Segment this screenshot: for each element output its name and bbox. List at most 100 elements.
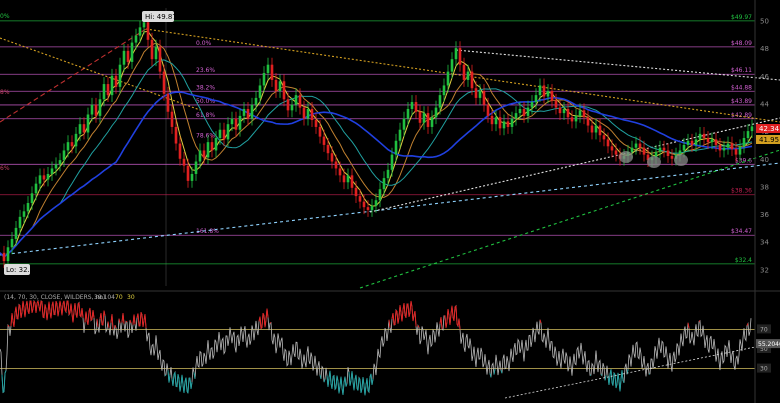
candle-body: [630, 147, 634, 152]
candle-body: [418, 111, 422, 123]
candle-body: [10, 238, 14, 248]
candle-body: [710, 139, 714, 143]
candle-body: [226, 124, 230, 140]
candle-body: [698, 133, 702, 140]
candle-body: [466, 71, 470, 80]
candle-body: [398, 129, 402, 141]
low-marker-circle: [674, 154, 688, 166]
candle-body: [430, 117, 434, 127]
candle-body: [86, 114, 90, 133]
candle-body: [210, 142, 214, 151]
candle-body: [490, 115, 494, 125]
candle-body: [370, 205, 374, 210]
candle-body: [394, 140, 398, 155]
candle-body: [58, 160, 62, 165]
candle-body: [570, 117, 574, 122]
candle-body: [126, 50, 130, 62]
rsi-value: 39.104: [94, 294, 115, 301]
candle-body: [694, 139, 698, 145]
candle-body: [274, 79, 278, 91]
candle-body: [82, 124, 86, 133]
candle-body: [190, 173, 194, 181]
candle-body: [574, 115, 578, 122]
fib-label: 23.6%: [196, 67, 215, 74]
level-label: $49.97: [731, 14, 752, 21]
level-label: $44.88: [731, 84, 752, 91]
candle-body: [50, 168, 54, 174]
candle-body: [366, 207, 370, 210]
candle-body: [386, 169, 390, 179]
candle-body: [2, 252, 6, 262]
candle-body: [706, 138, 710, 143]
candle-body: [686, 140, 690, 145]
rsi-level-70: 70: [115, 294, 123, 301]
price-tick-label: 48: [760, 45, 769, 53]
trading-chart: $49.97$48.09$46.11$44.88$43.89$42.89$39.…: [0, 0, 780, 403]
price-tick-label: 40: [760, 156, 769, 164]
candle-body: [146, 22, 150, 40]
candle-body: [154, 46, 158, 60]
candle-body: [130, 42, 134, 62]
candle-body: [434, 107, 438, 118]
low-marker-circle: [619, 151, 633, 163]
rsi-tick-label: 70: [760, 326, 768, 333]
candle-body: [350, 175, 354, 188]
candle-body: [70, 142, 74, 147]
low-marker-circle: [647, 156, 661, 168]
candle-body: [254, 97, 258, 105]
level-label: $48.09: [731, 40, 752, 47]
candle-body: [406, 108, 410, 119]
candle-body: [206, 142, 210, 158]
candle-body: [450, 59, 454, 72]
candle-body: [298, 95, 302, 108]
candle-body: [678, 150, 682, 155]
candle-body: [582, 110, 586, 118]
candle-body: [558, 107, 562, 114]
last-price-label-2: 41.95: [759, 136, 779, 144]
fib-label: 78.6%: [196, 132, 215, 139]
candle-body: [98, 99, 102, 116]
rsi-oversold-segment: [2, 391, 5, 393]
candle-body: [518, 108, 522, 114]
candle-body: [742, 138, 746, 147]
candle-body: [234, 118, 238, 130]
candle-body: [666, 150, 670, 156]
high-label: Hi: 49.87: [145, 13, 177, 21]
candle-body: [142, 22, 146, 28]
candle-body: [278, 81, 282, 91]
level-label: $43.89: [731, 98, 752, 105]
candle-body: [378, 189, 382, 201]
candle-body: [182, 158, 186, 166]
candle-body: [250, 104, 254, 119]
candle-body: [62, 150, 66, 161]
candle-body: [462, 64, 466, 80]
price-tick-label: 38: [760, 183, 769, 191]
candle-body: [218, 129, 222, 139]
candle-body: [554, 100, 558, 108]
candle-body: [442, 85, 446, 96]
candle-body: [94, 104, 98, 116]
candle-body: [314, 120, 318, 127]
candle-body: [362, 201, 366, 208]
candle-body: [358, 196, 362, 202]
candle-body: [502, 121, 506, 129]
candle-body: [510, 118, 514, 127]
candle-body: [18, 216, 22, 228]
candle-body: [506, 121, 510, 127]
candle-body: [538, 85, 542, 96]
candle-body: [38, 175, 42, 184]
candle-body: [670, 155, 674, 159]
candle-body: [614, 150, 618, 155]
candle-body: [342, 175, 346, 183]
candle-body: [682, 144, 686, 151]
candle-body: [458, 48, 462, 65]
candle-body: [658, 147, 662, 152]
rsi-level-30: 30: [127, 294, 135, 301]
candle-body: [326, 144, 330, 154]
candle-body: [186, 165, 190, 181]
candle-body: [542, 85, 546, 97]
candle-body: [526, 107, 530, 116]
candle-body: [546, 90, 550, 97]
candle-body: [486, 104, 490, 116]
candle-body: [454, 48, 458, 60]
